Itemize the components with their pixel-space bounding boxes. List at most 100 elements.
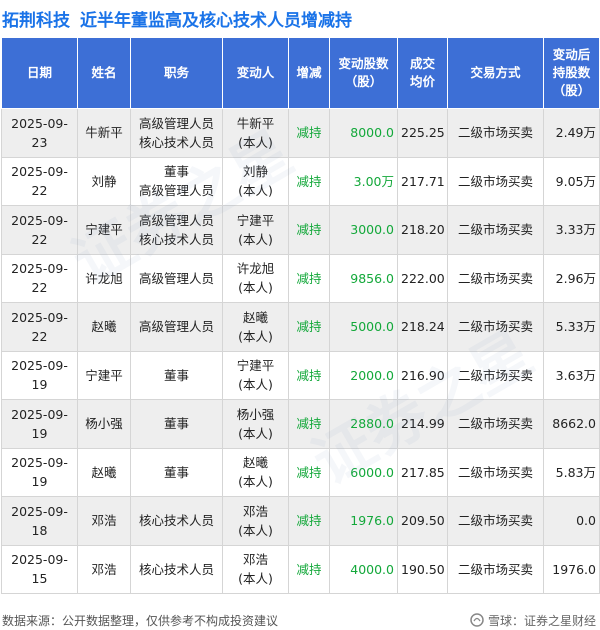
person-cell: 邓浩 (本人) (222, 496, 289, 546)
column-header: 变动后 持股数 （股） (543, 37, 600, 109)
brand-label: 雪球：证券之星财经 (487, 613, 596, 628)
position-cell: 高级管理人员 核心技术人员 (130, 108, 223, 158)
table-body: 2025-09-23 牛新平 高级管理人员 核心技术人员 牛新平 (本人) 减持 8000.0… (1, 108, 600, 594)
shares-cell: 6000.0 (329, 447, 398, 497)
method-cell: 二级市场买卖 (447, 205, 544, 255)
name-cell: 邓浩 (77, 496, 131, 546)
method-cell: 二级市场买卖 (447, 156, 544, 206)
after-cell: 5.83万 (543, 447, 600, 497)
price-cell: 218.20 (397, 205, 448, 255)
date-cell: 2025-09-15 (1, 544, 78, 594)
person-cell: 杨小强 (本人) (222, 399, 289, 449)
change-cell: 减持 (288, 253, 330, 303)
method-cell: 二级市场买卖 (447, 350, 544, 400)
position-cell: 董事 高级管理人员 (130, 156, 223, 206)
shares-cell: 5000.0 (329, 302, 398, 352)
date-cell: 2025-09-22 (1, 156, 78, 206)
change-cell: 减持 (288, 302, 330, 352)
name-cell: 牛新平 (77, 108, 131, 158)
name-cell: 赵曦 (77, 447, 131, 497)
price-cell: 217.71 (397, 156, 448, 206)
insider-trading-table: 日期 姓名 职务 变动人 增减 变动股数 （股） 成交 均价 交易方式 变动后 持股数 （股） 2025… (1, 37, 600, 594)
shares-cell: 4000.0 (329, 544, 398, 594)
price-cell: 214.99 (397, 399, 448, 449)
shares-cell: 2880.0 (329, 399, 398, 449)
table-row: 2025-09-19 赵曦 董事 赵曦 (本人) 减持 6000.0 217.85 二级市场买卖… (1, 447, 600, 497)
method-cell: 二级市场买卖 (447, 399, 544, 449)
after-cell: 9.05万 (543, 156, 600, 206)
person-cell: 赵曦 (本人) (222, 302, 289, 352)
after-cell: 5.33万 (543, 302, 600, 352)
price-cell: 225.25 (397, 108, 448, 158)
person-cell: 宁建平 (本人) (222, 205, 289, 255)
date-cell: 2025-09-19 (1, 399, 78, 449)
table-row: 2025-09-22 宁建平 高级管理人员 核心技术人员 宁建平 (本人) 减持 3000.0… (1, 205, 600, 255)
person-cell: 刘静 (本人) (222, 156, 289, 206)
person-cell: 赵曦 (本人) (222, 447, 289, 497)
person-cell: 宁建平 (本人) (222, 350, 289, 400)
table-header-row: 日期 姓名 职务 变动人 增减 变动股数 （股） 成交 均价 交易方式 变动后 持股数 （股） (1, 37, 600, 109)
change-cell: 减持 (288, 496, 330, 546)
change-cell: 减持 (288, 108, 330, 158)
snowball-icon (470, 613, 484, 627)
position-cell: 董事 (130, 350, 223, 400)
method-cell: 二级市场买卖 (447, 302, 544, 352)
name-cell: 宁建平 (77, 205, 131, 255)
change-cell: 减持 (288, 350, 330, 400)
table-row: 2025-09-18 邓浩 核心技术人员 邓浩 (本人) 减持 1976.0 209.50 二级… (1, 496, 600, 546)
date-cell: 2025-09-19 (1, 447, 78, 497)
table-row: 2025-09-15 邓浩 核心技术人员 邓浩 (本人) 减持 4000.0 190.50 二级… (1, 544, 600, 594)
column-header: 姓名 (77, 37, 131, 109)
after-cell: 2.49万 (543, 108, 600, 158)
method-cell: 二级市场买卖 (447, 253, 544, 303)
shares-cell: 1976.0 (329, 496, 398, 546)
name-cell: 杨小强 (77, 399, 131, 449)
page-title: 近半年董监高及核心技术人员增减持 (80, 10, 352, 31)
shares-cell: 9856.0 (329, 253, 398, 303)
column-header: 成交 均价 (397, 37, 448, 109)
footer: 数据来源：公开数据整理，仅供参考不构成投资建议 雪球：证券之星财经 (0, 610, 600, 630)
brand: 雪球：证券之星财经 (470, 612, 596, 629)
change-cell: 减持 (288, 156, 330, 206)
position-cell: 高级管理人员 (130, 253, 223, 303)
name-cell: 许龙旭 (77, 253, 131, 303)
change-cell: 减持 (288, 205, 330, 255)
after-cell: 2.96万 (543, 253, 600, 303)
column-header: 增减 (288, 37, 330, 109)
person-cell: 牛新平 (本人) (222, 108, 289, 158)
price-cell: 209.50 (397, 496, 448, 546)
price-cell: 217.85 (397, 447, 448, 497)
name-cell: 刘静 (77, 156, 131, 206)
change-cell: 减持 (288, 399, 330, 449)
price-cell: 218.24 (397, 302, 448, 352)
date-cell: 2025-09-18 (1, 496, 78, 546)
company-name: 拓荆科技 (2, 10, 70, 31)
position-cell: 高级管理人员 (130, 302, 223, 352)
after-cell: 1976.0 (543, 544, 600, 594)
table-row: 2025-09-22 刘静 董事 高级管理人员 刘静 (本人) 减持 3.00万 217.71 二… (1, 156, 600, 206)
date-cell: 2025-09-23 (1, 108, 78, 158)
person-cell: 许龙旭 (本人) (222, 253, 289, 303)
column-header: 职务 (130, 37, 223, 109)
date-cell: 2025-09-22 (1, 253, 78, 303)
shares-cell: 3000.0 (329, 205, 398, 255)
column-header: 变动人 (222, 37, 289, 109)
position-cell: 高级管理人员 核心技术人员 (130, 205, 223, 255)
table-row: 2025-09-19 宁建平 董事 宁建平 (本人) 减持 2000.0 216.90 二级市场… (1, 350, 600, 400)
shares-cell: 3.00万 (329, 156, 398, 206)
date-cell: 2025-09-22 (1, 302, 78, 352)
price-cell: 222.00 (397, 253, 448, 303)
after-cell: 3.33万 (543, 205, 600, 255)
method-cell: 二级市场买卖 (447, 544, 544, 594)
method-cell: 二级市场买卖 (447, 108, 544, 158)
date-cell: 2025-09-19 (1, 350, 78, 400)
shares-cell: 8000.0 (329, 108, 398, 158)
position-cell: 董事 (130, 447, 223, 497)
column-header: 日期 (1, 37, 78, 109)
position-cell: 董事 (130, 399, 223, 449)
method-cell: 二级市场买卖 (447, 447, 544, 497)
table-row: 2025-09-23 牛新平 高级管理人员 核心技术人员 牛新平 (本人) 减持 8000.0… (1, 108, 600, 158)
date-cell: 2025-09-22 (1, 205, 78, 255)
title-bar: 拓荆科技 近半年董监高及核心技术人员增减持 (0, 0, 600, 36)
change-cell: 减持 (288, 544, 330, 594)
